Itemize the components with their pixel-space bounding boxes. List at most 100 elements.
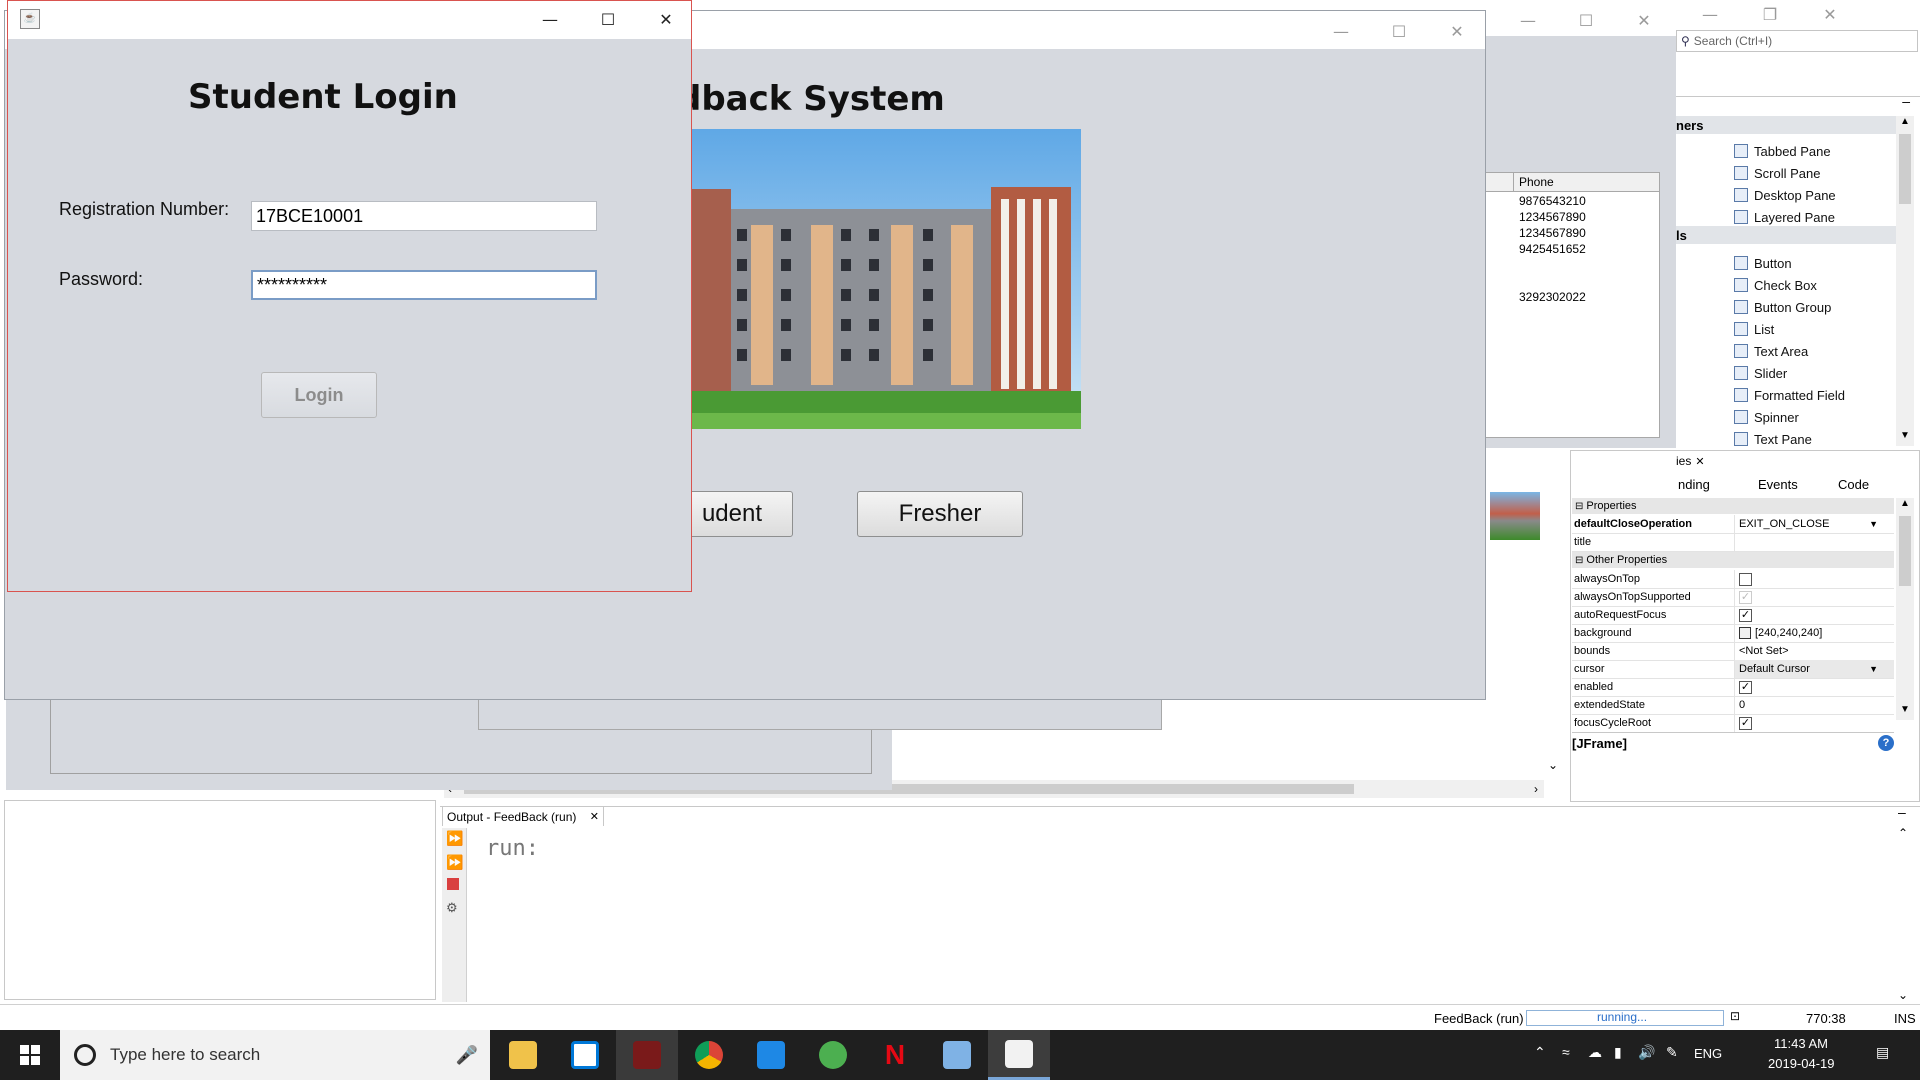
battery-icon[interactable]: ▮ <box>1614 1044 1622 1061</box>
restore-icon[interactable]: ❐ <box>1740 0 1800 28</box>
palette-item[interactable]: Slider <box>1734 362 1787 384</box>
prop-row[interactable]: alwaysOnTopSupported ✓ <box>1572 588 1894 607</box>
start-button[interactable] <box>0 1030 60 1080</box>
palette-item[interactable]: Scroll Pane <box>1734 162 1820 184</box>
props-scroll-up-icon[interactable]: ▲ <box>1896 498 1914 514</box>
checkbox[interactable]: ✓ <box>1739 680 1752 694</box>
pen-icon[interactable]: ✎ <box>1666 1044 1678 1061</box>
prop-value[interactable]: ✓ <box>1735 678 1894 696</box>
volume-icon[interactable]: 🔊 <box>1638 1044 1655 1061</box>
palette-scroll-thumb[interactable] <box>1899 134 1911 204</box>
rerun-icon[interactable]: ⏩ <box>446 830 463 847</box>
minimize-icon[interactable]: — <box>1500 2 1556 38</box>
taskbar-virtualbox[interactable] <box>926 1030 988 1080</box>
prop-row[interactable]: cursor Default Cursor ▼ <box>1572 660 1894 679</box>
close-icon[interactable]: ✕ <box>590 810 599 823</box>
collapse-icon[interactable]: ⊟ <box>1575 555 1583 566</box>
close-icon[interactable]: ✕ <box>1800 0 1860 28</box>
properties-section-header[interactable]: ⊟ Properties <box>1572 498 1894 514</box>
minimize-icon[interactable]: — <box>1680 0 1740 28</box>
checkbox[interactable]: ✓ <box>1739 716 1752 730</box>
password-field[interactable]: ********** <box>251 270 597 300</box>
palette-scroll-down-icon[interactable]: ▼ <box>1896 430 1914 446</box>
checkbox[interactable]: ✓ <box>1739 590 1752 604</box>
output-tab[interactable]: Output - FeedBack (run) ✕ <box>442 806 604 826</box>
palette-scrollbar[interactable]: ▲ ▼ <box>1896 116 1914 446</box>
prop-row-title[interactable]: title <box>1572 533 1894 552</box>
palette-item[interactable]: Check Box <box>1734 274 1817 296</box>
prop-value-select[interactable]: EXIT_ON_CLOSE ▼ <box>1735 515 1894 533</box>
prop-row[interactable]: alwaysOnTop <box>1572 570 1894 589</box>
editor-scroll-down-icon[interactable]: ⌄ <box>1548 758 1558 772</box>
output-scroll-down-icon[interactable]: ⌄ <box>1894 988 1912 1002</box>
close-icon[interactable]: ✕ <box>1616 2 1672 38</box>
other-properties-section-header[interactable]: ⊟ Other Properties <box>1572 552 1894 568</box>
taskbar-store[interactable] <box>554 1030 616 1080</box>
close-icon[interactable]: ✕ <box>1429 13 1485 49</box>
table-row[interactable]: 3292302022 <box>1461 289 1659 305</box>
language-indicator[interactable]: ENG <box>1694 1046 1722 1061</box>
taskbar-app-red[interactable] <box>616 1030 678 1080</box>
prop-row[interactable]: extendedState 0 <box>1572 696 1894 715</box>
palette-minimize-icon[interactable]: – <box>1902 93 1910 109</box>
table-row[interactable]: n9876543210 <box>1461 193 1659 209</box>
table-row[interactable]: 1234567890 <box>1461 225 1659 241</box>
maximize-icon[interactable]: ☐ <box>1558 2 1614 38</box>
notifications-icon[interactable]: ▤ <box>1876 1044 1889 1061</box>
network-icon[interactable]: ≈ <box>1562 1044 1570 1060</box>
checkbox[interactable] <box>1739 572 1752 586</box>
output-minimize-icon[interactable]: – <box>1898 804 1906 820</box>
prop-row[interactable]: enabled ✓ <box>1572 678 1894 697</box>
taskbar-chrome[interactable] <box>678 1030 740 1080</box>
prop-value[interactable] <box>1735 533 1894 551</box>
props-scroll-thumb[interactable] <box>1899 516 1911 586</box>
maximize-icon[interactable]: ☐ <box>1371 13 1427 49</box>
palette-item[interactable]: Text Area <box>1734 340 1808 362</box>
prop-row[interactable]: autoRequestFocus ✓ <box>1572 606 1894 625</box>
fresher-button[interactable]: Fresher <box>857 491 1023 537</box>
taskbar-search-box[interactable]: Type here to search 🎤 <box>60 1030 490 1080</box>
collapse-icon[interactable]: ⊟ <box>1575 501 1583 512</box>
maximize-icon[interactable]: ☐ <box>580 1 636 37</box>
prop-row[interactable]: bounds <Not Set> <box>1572 642 1894 661</box>
taskbar-netflix[interactable]: N <box>864 1030 926 1080</box>
palette-section-controls[interactable]: ls <box>1676 226 1896 244</box>
prop-value[interactable] <box>1735 570 1894 588</box>
palette-item[interactable]: Button Group <box>1734 296 1831 318</box>
prop-row[interactable]: focusCycleRoot ✓ <box>1572 714 1894 733</box>
cancel-progress-icon[interactable]: ⊡ <box>1730 1009 1740 1023</box>
stop-icon[interactable] <box>447 878 459 890</box>
microphone-icon[interactable]: 🎤 <box>456 1045 478 1066</box>
minimize-icon[interactable]: — <box>522 1 578 37</box>
output-scrollbar[interactable]: ⌃ ⌄ <box>1894 826 1912 1002</box>
properties-scrollbar[interactable]: ▲ ▼ <box>1896 498 1914 720</box>
prop-row[interactable]: background [240,240,240] <box>1572 624 1894 643</box>
prop-row-defaultcloseoperation[interactable]: defaultCloseOperation EXIT_ON_CLOSE ▼ <box>1572 515 1894 534</box>
subtab-binding[interactable]: nding <box>1678 477 1710 492</box>
rerun-with-params-icon[interactable]: ⏩ <box>446 854 463 871</box>
taskbar-vscode[interactable] <box>740 1030 802 1080</box>
prop-value[interactable]: ✓ <box>1735 606 1894 624</box>
minimize-icon[interactable]: — <box>1313 13 1369 49</box>
palette-item[interactable]: Button <box>1734 252 1792 274</box>
props-scroll-down-icon[interactable]: ▼ <box>1896 704 1914 720</box>
prop-value[interactable]: [240,240,240] <box>1735 624 1894 642</box>
palette-item[interactable]: Tabbed Pane <box>1734 140 1831 162</box>
subtab-code[interactable]: Code <box>1838 477 1869 492</box>
palette-item[interactable]: Formatted Field <box>1734 384 1845 406</box>
table-row[interactable]: 1234567890 <box>1461 209 1659 225</box>
clock-time[interactable]: 11:43 AM <box>1774 1036 1828 1051</box>
output-scroll-up-icon[interactable]: ⌃ <box>1894 826 1912 840</box>
taskbar-android-studio[interactable] <box>802 1030 864 1080</box>
scroll-right-icon[interactable]: › <box>1534 782 1538 796</box>
settings-icon[interactable]: ⚙ <box>446 900 458 916</box>
prop-value[interactable]: <Not Set> <box>1735 642 1894 660</box>
taskbar-file-explorer[interactable] <box>492 1030 554 1080</box>
table-row[interactable] <box>1461 273 1659 289</box>
palette-item[interactable]: Desktop Pane <box>1734 184 1836 206</box>
prop-value[interactable]: 0 <box>1735 696 1894 714</box>
palette-scroll-up-icon[interactable]: ▲ <box>1896 116 1914 132</box>
prop-value[interactable]: ✓ <box>1735 714 1894 732</box>
chevron-down-icon[interactable]: ▼ <box>1869 519 1878 529</box>
prop-value[interactable]: Default Cursor ▼ <box>1735 660 1894 678</box>
